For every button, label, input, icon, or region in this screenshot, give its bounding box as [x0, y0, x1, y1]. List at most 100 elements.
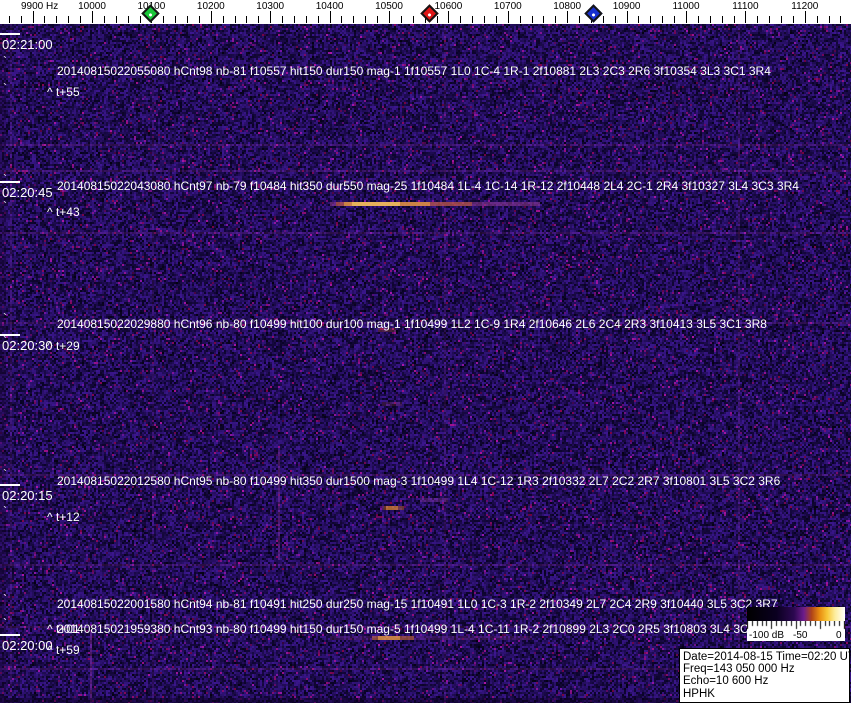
ruler-tick [638, 16, 640, 23]
ruler-tick [68, 16, 70, 23]
ruler-tick [531, 16, 533, 23]
marker-blue-icon[interactable] [584, 4, 604, 23]
ruler-tick [650, 16, 652, 23]
ruler-frequency-label: 10900 [612, 1, 641, 12]
detection-text: 20140815022001580 hCnt94 nb-81 f10491 hi… [57, 597, 778, 611]
detection-time-mark: ^ t+12 [47, 510, 80, 524]
frequency-ruler: 9900 Hz100001010010200103001040010500106… [0, 0, 851, 24]
detection-time-mark: ^ t+59 [47, 643, 80, 657]
marker-center-dot [148, 12, 153, 18]
time-label: 02:21:00 [2, 37, 53, 52]
ruler-tick [543, 16, 545, 23]
ruler-tick [222, 16, 224, 23]
colorbar-ticks [747, 621, 845, 630]
ruler-tick [769, 16, 771, 23]
ruler-tick [103, 16, 105, 23]
ruler-tick [792, 16, 794, 23]
marker-center-dot [427, 12, 432, 18]
ruler-frequency-label: 11100 [732, 1, 759, 12]
ruler-tick [614, 16, 616, 23]
ruler-tick [448, 11, 450, 23]
colorbar-label-max: 0 [836, 630, 842, 641]
marker-center-dot [591, 12, 597, 18]
ruler-tick [674, 16, 676, 23]
ruler-tick [282, 16, 284, 23]
time-label: 02:20:30 [2, 338, 53, 353]
colorbar-label-min: -100 dB [749, 630, 785, 641]
ruler-tick [365, 16, 367, 23]
ruler-tick [175, 16, 177, 23]
ruler-tick [602, 16, 604, 23]
ruler-frequency-label: 10200 [196, 1, 225, 12]
time-tick-line [0, 33, 20, 35]
ruler-tick [139, 16, 141, 23]
ruler-tick [733, 16, 735, 23]
ruler-tick [270, 11, 272, 23]
ruler-tick [484, 16, 486, 23]
detection-text: 20140815022029880 hCnt96 nb-80 f10499 hi… [57, 317, 767, 331]
ruler-tick [555, 16, 557, 23]
meteor-echo-spectrogram-window: 9900 Hz100001010010200103001040010500106… [0, 0, 851, 703]
time-label: 02:20:15 [2, 488, 53, 503]
ruler-tick [305, 16, 307, 23]
edge-tick-mark: ` [3, 172, 7, 186]
ruler-tick [567, 11, 569, 23]
ruler-frequency-label: 10400 [315, 1, 344, 12]
ruler-frequency-label: 11000 [672, 1, 700, 12]
time-label: 02:20:00 [2, 638, 53, 653]
ruler-tick [32, 11, 34, 23]
ruler-tick [210, 11, 212, 23]
ruler-tick [709, 16, 711, 23]
ruler-tick [329, 11, 331, 23]
edge-tick-mark: ` [3, 504, 7, 518]
ruler-frequency-label: 11200 [791, 1, 819, 12]
ruler-tick [697, 16, 699, 23]
ruler-tick [804, 11, 806, 23]
ruler-tick [686, 11, 687, 23]
ruler-tick [127, 16, 129, 23]
ruler-tick [472, 16, 474, 23]
ruler-tick [519, 16, 521, 23]
detection-text: 20140815021959380 hCnt93 nb-80 f10499 hi… [57, 622, 785, 636]
edge-tick-mark: ` [3, 199, 7, 213]
edge-tick-mark: ` [3, 334, 7, 348]
info-station-line: HPHK [683, 687, 715, 700]
ruler-frequency-label: 10800 [553, 1, 582, 12]
colorbar-scale: -100 dB -50 0 [747, 621, 845, 641]
ruler-tick [341, 16, 343, 23]
detection-time-mark: ^ t+29 [47, 339, 80, 353]
edge-tick-mark: ` [3, 311, 7, 325]
ruler-tick [44, 16, 46, 23]
time-tick-line [0, 484, 20, 486]
ruler-tick [579, 16, 581, 23]
ruler-tick [293, 16, 295, 23]
detection-text: 20140815022055080 hCnt98 nb-81 f10557 hi… [57, 64, 771, 78]
ruler-tick [828, 16, 830, 23]
edge-tick-mark: ` [3, 467, 7, 481]
time-label: 02:20:45 [2, 185, 53, 200]
ruler-tick [258, 16, 260, 23]
ruler-tick [389, 11, 390, 23]
info-box: Date=2014-08-15 Time=02:20 UTC Freq=143 … [679, 648, 851, 703]
edge-tick-mark: ` [3, 54, 7, 68]
ruler-frequency-label: 10300 [256, 1, 285, 12]
edge-tick-mark: ` [3, 616, 7, 630]
ruler-tick [757, 16, 759, 23]
ruler-tick [80, 16, 82, 23]
ruler-frequency-label: 10500 [375, 1, 403, 12]
ruler-tick [507, 11, 509, 23]
ruler-tick [412, 16, 414, 23]
colorbar-label-mid: -50 [793, 630, 808, 641]
ruler-tick [816, 16, 818, 23]
ruler-frequency-label: 10000 [78, 1, 106, 12]
time-tick-line [0, 634, 20, 636]
ruler-tick [20, 16, 22, 23]
info-echo-line: Echo=10 600 Hz [683, 675, 769, 688]
ruler-tick [234, 16, 236, 23]
detection-text: 20140815022043080 hCnt97 nb-79 f10484 hi… [57, 179, 799, 193]
detection-time-mark: ^ t+43 [47, 205, 80, 219]
ruler-tick [662, 16, 664, 23]
ruler-tick [781, 16, 783, 23]
ruler-tick [8, 16, 10, 23]
ruler-tick [840, 16, 842, 23]
